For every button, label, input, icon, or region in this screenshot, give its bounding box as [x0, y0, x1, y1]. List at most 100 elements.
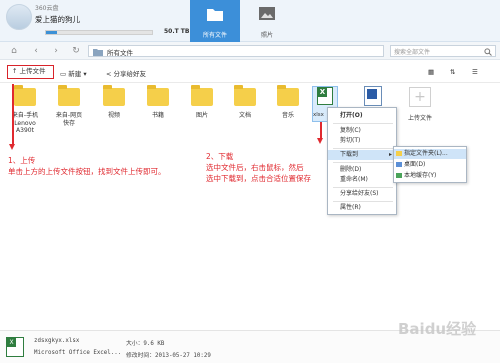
menu-delete[interactable]: 删除(D) [328, 165, 396, 175]
submenu-specified-folder-label: 指定文件夹(L)... [404, 150, 448, 157]
grid-view-icon[interactable]: ▦ [428, 68, 434, 76]
menu-open[interactable]: 打开(O) [328, 111, 396, 121]
folder-icon [103, 85, 125, 106]
folder-item[interactable]: 来自-手机Lenovo A390t [10, 85, 40, 135]
chevron-down-icon: ▾ [83, 70, 87, 78]
folder-name: 文档 [238, 112, 251, 119]
upload-arrow-icon: ↑ [12, 67, 18, 75]
folder-icon [207, 9, 223, 21]
header-bar: 360云盘 爱上猫的狗儿 50.T TB 所有文件 照片 [0, 0, 500, 42]
menu-download-to-label: 下载到 [340, 151, 359, 158]
menu-cut[interactable]: 剪切(T) [328, 136, 396, 146]
menu-separator [333, 148, 393, 149]
annotation-step1-text: 单击上方的上传文件按钮，找到文件上传即可。 [8, 167, 166, 176]
home-icon[interactable]: ⌂ [8, 45, 20, 57]
annotation-step2-title: 2、下载 [206, 152, 234, 161]
folder-item[interactable]: 视频 [99, 85, 129, 120]
menu-download-to[interactable]: 下载到 ▸ [328, 150, 396, 160]
excel-file-icon: X [6, 337, 24, 357]
navigation-bar: ⌂ ‹ › ↻ 所有文件 搜索全部文件 [0, 42, 500, 60]
photo-icon [259, 7, 275, 20]
submenu-arrow-icon: ▸ [388, 151, 392, 158]
quota-text: 50.T TB [164, 28, 190, 35]
annotation-arrow-head [9, 144, 15, 150]
quota-bar [45, 30, 153, 35]
download-submenu: 指定文件夹(L)... 桌面(D) 本地缓存(Y) [393, 146, 467, 183]
path-text: 所有文件 [107, 49, 133, 57]
share-button-label: 分享给好友 [113, 70, 147, 78]
menu-copy[interactable]: 复制(C) [328, 126, 396, 136]
folder-item[interactable]: 文档 [230, 85, 260, 120]
menu-separator [333, 162, 393, 163]
folder-name: 来自-手机Lenovo A390t [11, 112, 39, 134]
menu-separator [333, 187, 393, 188]
list-view-icon[interactable]: ☰ [472, 68, 478, 76]
folder-item[interactable]: 图片 [187, 85, 217, 120]
folder-icon [58, 85, 80, 106]
submenu-desktop[interactable]: 桌面(D) [394, 160, 466, 170]
folder-name: 来自-网页快存 [55, 112, 83, 127]
quota-fill [46, 31, 57, 34]
submenu-desktop-label: 桌面(D) [404, 161, 426, 168]
folder-name: 书籍 [151, 112, 164, 119]
watermark: Baidu经验 [398, 320, 477, 338]
annotation-step1-title: 1、上传 [8, 156, 36, 165]
status-file-size: 大小：9.6 KB [126, 341, 165, 347]
toolbar: ↑ 上传文件 ▭ 新建 ▾ < 分享给好友 ▦ ⇅ ☰ [0, 61, 500, 83]
annotation-arrow [12, 84, 14, 144]
path-bar[interactable]: 所有文件 [88, 45, 384, 57]
menu-separator [333, 201, 393, 202]
upload-button-label: 上传文件 [19, 67, 46, 75]
status-modified: 修改时间：2013-05-27 10:29 [126, 353, 211, 359]
folder-icon [191, 85, 213, 106]
tab-all-files[interactable]: 所有文件 [190, 0, 240, 42]
folder-icon [396, 151, 402, 156]
annotation-step2-line1: 选中文件后，右击鼠标，然后 [206, 163, 304, 172]
menu-properties[interactable]: 属性(R) [328, 203, 396, 213]
new-button-label: 新建 [68, 70, 82, 78]
folder-icon [277, 85, 299, 106]
menu-rename[interactable]: 重命名(M) [328, 175, 396, 185]
folder-name: 图片 [195, 112, 208, 119]
file-name: xlsx [313, 112, 324, 118]
folder-icon [234, 85, 256, 106]
excel-file-icon: X [317, 87, 333, 105]
word-file-icon[interactable] [364, 86, 382, 106]
folder-icon [147, 85, 169, 106]
status-file-name: zdsxgkyx.xlsx [34, 338, 80, 344]
share-icon: < [106, 70, 112, 78]
back-icon[interactable]: ‹ [30, 45, 42, 57]
upload-tile[interactable]: + [409, 87, 431, 107]
folder-item[interactable]: 来自-网页快存 [54, 85, 84, 127]
tab-photos[interactable]: 照片 [242, 0, 292, 42]
desktop-icon [396, 162, 402, 167]
new-folder-icon: ▭ [60, 70, 67, 78]
app-name: 360云盘 [35, 5, 59, 12]
folder-icon [93, 49, 103, 56]
forward-icon[interactable]: › [50, 45, 62, 57]
submenu-local-cache[interactable]: 本地缓存(Y) [394, 171, 466, 181]
search-input[interactable]: 搜索全部文件 [390, 45, 496, 57]
user-name[interactable]: 爱上猫的狗儿 [35, 14, 80, 25]
new-button[interactable]: ▭ 新建 ▾ [60, 68, 87, 78]
upload-button[interactable]: ↑ 上传文件 [7, 65, 54, 79]
annotation-step2-line2: 选中下载到，点击合适位置保存 [206, 174, 311, 183]
folder-name: 视频 [107, 112, 120, 119]
sort-icon[interactable]: ⇅ [450, 68, 455, 76]
share-button[interactable]: < 分享给好友 [106, 68, 146, 78]
folder-name: 音乐 [281, 112, 294, 119]
annotation-arrow-head [317, 138, 323, 144]
submenu-specified-folder[interactable]: 指定文件夹(L)... [394, 149, 466, 159]
search-placeholder: 搜索全部文件 [394, 49, 431, 56]
menu-share[interactable]: 分享给好友(S) [328, 189, 396, 199]
folder-item[interactable]: 书籍 [143, 85, 173, 120]
tab-photos-label: 照片 [260, 32, 273, 39]
refresh-icon[interactable]: ↻ [70, 45, 82, 57]
submenu-local-cache-label: 本地缓存(Y) [404, 172, 437, 179]
tab-all-files-label: 所有文件 [202, 32, 227, 39]
avatar[interactable] [6, 4, 32, 30]
upload-tile-label: 上传文件 [408, 115, 433, 122]
folder-item[interactable]: 音乐 [273, 85, 303, 120]
menu-separator [333, 123, 393, 124]
search-icon[interactable] [484, 48, 492, 56]
